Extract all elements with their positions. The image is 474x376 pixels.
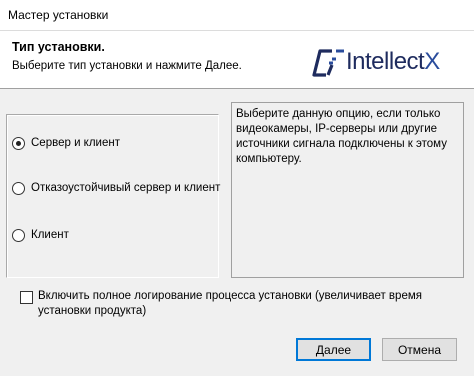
logo-wordmark: IntellectX bbox=[346, 48, 440, 76]
radio-server-client[interactable]: Сервер и клиент bbox=[12, 135, 120, 151]
logo-text: Intellect bbox=[346, 48, 425, 75]
header-panel: Тип установки. Выберите тип установки и … bbox=[0, 30, 474, 89]
logging-checkbox[interactable] bbox=[20, 291, 33, 304]
title-bar: Мастер установки bbox=[0, 0, 474, 30]
cancel-button[interactable]: Отмена bbox=[382, 338, 457, 361]
option-description-text: Выберите данную опцию, если только видео… bbox=[236, 108, 447, 165]
radio-failover-server-client[interactable]: Отказоустойчивый сервер и клиент bbox=[12, 180, 220, 196]
radio-button[interactable] bbox=[12, 181, 25, 195]
window-title: Мастер установки bbox=[8, 8, 109, 22]
logging-option[interactable]: Включить полное логирование процесса уст… bbox=[20, 289, 460, 319]
logging-checkbox-label: Включить полное логирование процесса уст… bbox=[38, 290, 422, 317]
radio-label: Клиент bbox=[31, 229, 69, 241]
radio-button-checked[interactable] bbox=[12, 136, 25, 150]
radio-button[interactable] bbox=[12, 228, 25, 242]
option-description-box: Выберите данную опцию, если только видео… bbox=[231, 102, 464, 278]
radio-client[interactable]: Клиент bbox=[12, 227, 69, 243]
logo-suffix: X bbox=[424, 48, 440, 75]
intellectx-logo: IntellectX bbox=[312, 47, 460, 79]
page-subtitle: Выберите тип установки и нажмите Далее. bbox=[12, 60, 242, 72]
page-title: Тип установки. bbox=[12, 40, 105, 54]
installer-window: Мастер установки Тип установки. Выберите… bbox=[0, 0, 474, 376]
radio-label: Отказоустойчивый сервер и клиент bbox=[31, 182, 221, 194]
next-button[interactable]: Далее bbox=[296, 338, 371, 361]
radio-label: Сервер и клиент bbox=[31, 137, 120, 149]
